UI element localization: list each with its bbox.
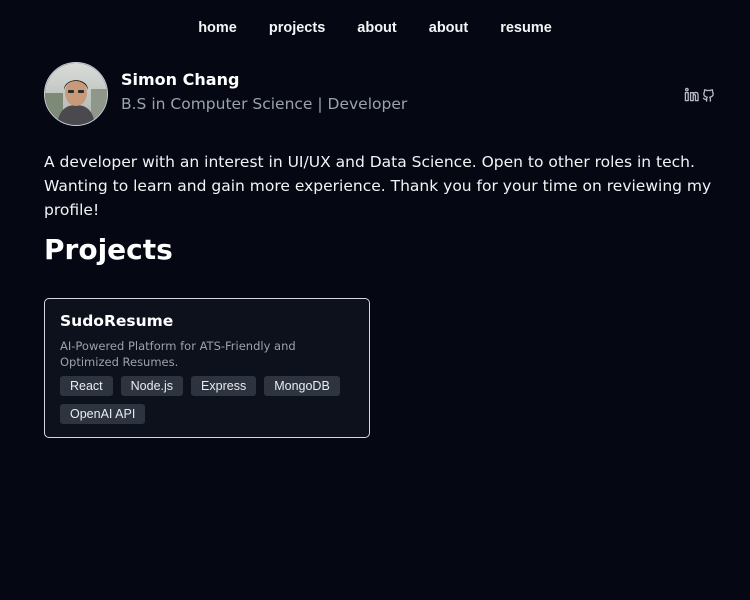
project-title: SudoResume (60, 312, 174, 330)
project-card[interactable]: SudoResume AI-Powered Platform for ATS-F… (44, 298, 370, 438)
tag-react: React (60, 376, 113, 396)
tag-express: Express (191, 376, 257, 396)
project-description: AI-Powered Platform for ATS-Friendly and… (60, 339, 296, 369)
github-icon[interactable] (701, 87, 716, 102)
profile-name: Simon Chang (121, 70, 240, 89)
bio-text: A developer with an interest in UI/UX an… (44, 153, 712, 219)
avatar (44, 62, 108, 126)
top-nav: home projects about about resume (0, 18, 750, 38)
tag-nodejs: Node.js (120, 376, 184, 396)
profile-subtitle: B.S in Computer Science | Developer (121, 95, 408, 113)
projects-heading: Projects (44, 233, 173, 266)
nav-about-link-2[interactable]: about (413, 18, 484, 38)
social-links (684, 87, 716, 102)
nav-about-link[interactable]: about (341, 18, 412, 38)
portfolio-page: home projects about about resume Simon C… (0, 0, 750, 600)
nav-resume-link[interactable]: resume (484, 18, 568, 38)
nav-home-link[interactable]: home (182, 18, 253, 38)
tag-mongodb: MongoDB (264, 376, 340, 396)
profile-header: Simon Chang B.S in Computer Science | De… (44, 62, 716, 126)
nav-projects-link[interactable]: projects (253, 18, 341, 38)
project-tags: React Node.js Express MongoDB OpenAI API (60, 376, 350, 424)
tag-openai-api: OpenAI API (60, 404, 146, 424)
linkedin-icon[interactable] (684, 87, 699, 102)
profile-text: Simon Chang B.S in Computer Science | De… (121, 70, 408, 115)
